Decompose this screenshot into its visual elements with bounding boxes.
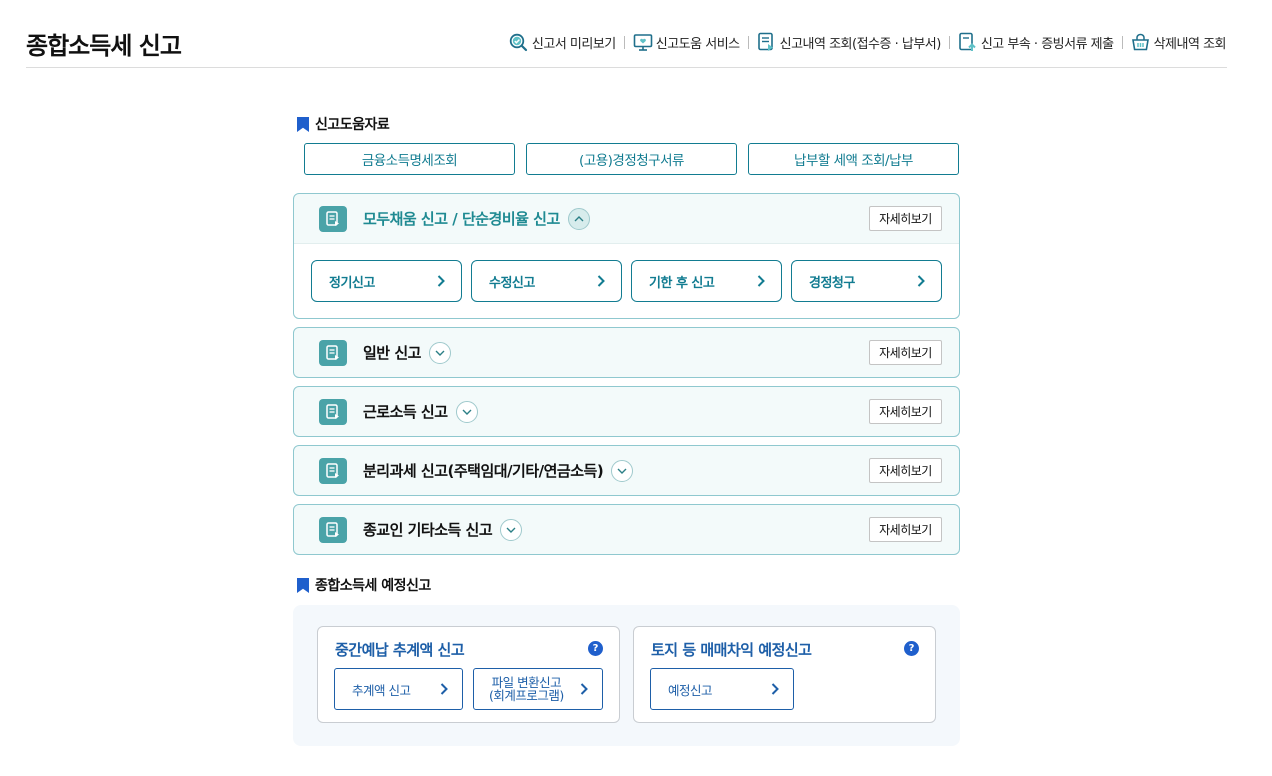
- header-divider: [26, 67, 1227, 68]
- question-icon[interactable]: ?: [588, 641, 603, 656]
- divider: [1121, 35, 1123, 49]
- amended-filing-label: 수정신고: [489, 275, 535, 291]
- preliminary-filing-label: 예정신고: [668, 682, 713, 698]
- divider: [948, 35, 950, 49]
- help-section-title: 신고도움자료: [315, 117, 390, 133]
- regular-filing-label: 정기신고: [329, 275, 375, 291]
- magnifier-check-icon: [509, 32, 529, 52]
- chevron-right-icon: [437, 275, 445, 287]
- filing-help-service-link[interactable]: 신고도움 서비스: [633, 32, 740, 52]
- deleted-history-label: 삭제내역 조회: [1153, 36, 1227, 52]
- financial-income-lookup-button[interactable]: 금융소득명세조회: [304, 143, 515, 175]
- regular-filing-button[interactable]: 정기신고: [311, 260, 462, 302]
- collapse-toggle[interactable]: [567, 207, 590, 230]
- panel-title: 일반 신고: [363, 344, 421, 362]
- filing-help-service-label: 신고도움 서비스: [655, 36, 740, 52]
- panel-title: 근로소득 신고: [363, 403, 448, 421]
- card-title: 토지 등 매매차익 예정신고: [651, 641, 812, 659]
- panel-title: 종교인 기타소득 신고: [363, 521, 493, 539]
- file-conversion-line2: (회계프로그램): [489, 688, 564, 703]
- divider: [747, 35, 749, 49]
- bookmark-icon: [297, 116, 309, 132]
- expand-toggle[interactable]: [500, 518, 523, 541]
- amended-filing-button[interactable]: 수정신고: [471, 260, 622, 302]
- detail-view-button[interactable]: 자세히보기: [869, 399, 942, 424]
- detail-view-button[interactable]: 자세히보기: [869, 517, 942, 542]
- divider: [623, 35, 625, 49]
- help-buttons-row: 금융소득명세조회 (고용)경정청구서류 납부할 세액 조회/납부: [304, 143, 959, 175]
- file-conversion-label: 파일 변환신고 (회계프로그램): [489, 676, 564, 702]
- panel-general-filing: 일반 신고 자세히보기: [293, 327, 960, 378]
- submit-attachments-label: 신고 부속 · 증빙서류 제출: [980, 36, 1114, 52]
- chevron-right-icon: [580, 683, 588, 695]
- tax-payable-lookup-button[interactable]: 납부할 세액 조회/납부: [748, 143, 959, 175]
- estimated-section-title: 종합소득세 예정신고: [315, 578, 431, 594]
- panel-simplified-filing: 모두채움 신고 / 단순경비율 신고 자세히보기 정기신고 수정신고 기한 후 …: [293, 193, 960, 319]
- estimate-filing-label: 추계액 신고: [352, 682, 411, 698]
- expand-toggle[interactable]: [455, 400, 478, 423]
- panel-header[interactable]: 분리과세 신고(주택임대/기타/연금소득) 자세히보기: [294, 446, 959, 495]
- preliminary-filing-button[interactable]: 예정신고: [650, 668, 794, 710]
- panel-title: 분리과세 신고(주택임대/기타/연금소득): [363, 462, 604, 480]
- panel-religious-income-filing: 종교인 기타소득 신고 자세히보기: [293, 504, 960, 555]
- panel-header[interactable]: 종교인 기타소득 신고 자세히보기: [294, 505, 959, 554]
- estimated-filing-area: 중간예납 추계액 신고 ? 추계액 신고 파일 변환신고 (회계프로그램) 토지…: [293, 605, 960, 746]
- chevron-right-icon: [597, 275, 605, 287]
- land-trade-gain-card: 토지 등 매매차익 예정신고 ? 예정신고: [633, 626, 936, 723]
- document-edit-icon: [319, 339, 347, 366]
- chevron-down-icon: [617, 468, 627, 474]
- chevron-right-icon: [757, 275, 765, 287]
- document-edit-icon: [319, 457, 347, 484]
- chevron-down-icon: [435, 350, 445, 356]
- document-edit-icon: [319, 516, 347, 543]
- top-utility-links: 신고서 미리보기 신고도움 서비스 신고내역 조회(접수증 · 납부서) 신고 …: [509, 32, 1227, 52]
- card-title: 중간예납 추계액 신고: [335, 641, 465, 659]
- chevron-right-icon: [771, 683, 779, 695]
- question-icon[interactable]: ?: [904, 641, 919, 656]
- submit-attachments-link[interactable]: 신고 부속 · 증빙서류 제출: [958, 32, 1114, 52]
- detail-view-button[interactable]: 자세히보기: [869, 458, 942, 483]
- chevron-right-icon: [440, 683, 448, 695]
- document-upload-icon: [958, 32, 978, 52]
- document-list-icon: [757, 32, 777, 52]
- panel-body: 정기신고 수정신고 기한 후 신고 경정청구: [294, 243, 959, 318]
- late-filing-label: 기한 후 신고: [649, 275, 715, 291]
- preview-form-label: 신고서 미리보기: [531, 36, 616, 52]
- detail-view-button[interactable]: 자세히보기: [869, 206, 942, 231]
- expand-toggle[interactable]: [428, 341, 451, 364]
- deleted-history-link[interactable]: 삭제내역 조회: [1131, 32, 1227, 52]
- preview-form-link[interactable]: 신고서 미리보기: [509, 32, 616, 52]
- file-conversion-filing-button[interactable]: 파일 변환신고 (회계프로그램): [473, 668, 603, 710]
- panel-title: 모두채움 신고 / 단순경비율 신고: [363, 210, 560, 228]
- filing-history-link[interactable]: 신고내역 조회(접수증 · 납부서): [757, 32, 941, 52]
- basket-icon: [1131, 32, 1151, 52]
- estimate-filing-button[interactable]: 추계액 신고: [334, 668, 463, 710]
- chevron-down-icon: [506, 527, 516, 533]
- correction-claim-label: 경정청구: [809, 275, 855, 291]
- help-section-heading: 신고도움자료: [297, 114, 390, 134]
- page-title: 종합소득세 신고: [26, 32, 182, 60]
- panel-header[interactable]: 근로소득 신고 자세히보기: [294, 387, 959, 436]
- late-filing-button[interactable]: 기한 후 신고: [631, 260, 782, 302]
- filing-history-label: 신고내역 조회(접수증 · 납부서): [779, 36, 942, 52]
- panel-header[interactable]: 모두채움 신고 / 단순경비율 신고 자세히보기: [294, 194, 959, 243]
- chevron-down-icon: [462, 409, 472, 415]
- bookmark-icon: [297, 577, 309, 593]
- employment-correction-docs-button[interactable]: (고용)경정청구서류: [526, 143, 737, 175]
- expand-toggle[interactable]: [611, 459, 634, 482]
- panel-separate-taxation-filing: 분리과세 신고(주택임대/기타/연금소득) 자세히보기: [293, 445, 960, 496]
- panel-header[interactable]: 일반 신고 자세히보기: [294, 328, 959, 377]
- interim-prepayment-card: 중간예납 추계액 신고 ? 추계액 신고 파일 변환신고 (회계프로그램): [317, 626, 620, 723]
- panel-earned-income-filing: 근로소득 신고 자세히보기: [293, 386, 960, 437]
- chevron-up-icon: [574, 215, 584, 221]
- chevron-right-icon: [917, 275, 925, 287]
- document-edit-icon: [319, 398, 347, 425]
- estimated-section-heading: 종합소득세 예정신고: [297, 575, 431, 595]
- monitor-heart-icon: [633, 32, 653, 52]
- document-edit-icon: [319, 205, 347, 232]
- correction-claim-button[interactable]: 경정청구: [791, 260, 942, 302]
- detail-view-button[interactable]: 자세히보기: [869, 340, 942, 365]
